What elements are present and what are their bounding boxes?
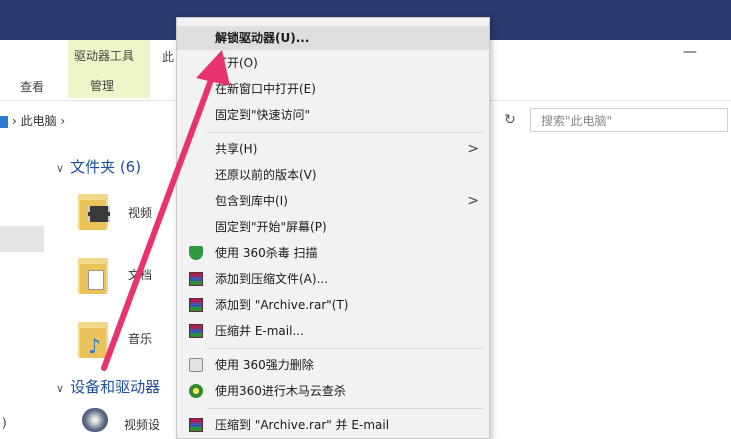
shredder-icon [189,358,203,372]
menu-item-unlock-drive[interactable]: 解锁驱动器(U)... [177,26,489,50]
devices-section-title: 设备和驱动器 [70,378,161,396]
folder-label[interactable]: 文档 [128,266,152,283]
menu-item-label: 使用360进行木马云查杀 [215,384,346,398]
menu-item-pin-quick-access[interactable]: 固定到"快速访问" [177,103,489,127]
menu-item-360-force-delete[interactable]: 使用 360强力删除 [177,353,489,377]
menu-separator [207,348,483,349]
menu-item-label: 使用 360杀毒 扫描 [215,246,318,260]
breadcrumb[interactable]: › 此电脑 › [0,112,65,129]
menu-item-compress-rar-email[interactable]: 压缩到 "Archive.rar" 并 E-mail [177,413,489,437]
menu-item-360-trojan-scan[interactable]: 使用360进行木马云查杀 [177,379,489,403]
dvd-drive-icon[interactable] [82,408,108,432]
winrar-icon [189,324,203,338]
refresh-icon: ↻ [504,112,516,128]
menu-item-compress-email[interactable]: 压缩并 E-mail... [177,319,489,343]
winrar-icon [189,298,203,312]
breadcrumb-path[interactable]: › 此电脑 › [12,114,65,128]
chevron-down-icon[interactable]: ∨ [56,382,64,395]
folder-documents-icon[interactable] [78,254,108,294]
menu-item-label: 添加到压缩文件(A)... [215,272,329,286]
menu-item-label: 在新窗口中打开(E) [215,82,316,96]
menu-item-360-scan[interactable]: 使用 360杀毒 扫描 [177,241,489,265]
menu-item-label: 共享(H) [215,142,258,156]
menu-item-share[interactable]: 共享(H) > [177,137,489,161]
menu-item-label: 添加到 "Archive.rar"(T) [215,298,349,312]
drive-label[interactable]: 视频设 [124,416,160,433]
menu-item-label: 还原以前的版本(V) [215,168,317,182]
folder-label[interactable]: 视频 [128,204,152,221]
chevron-down-icon[interactable]: ∨ [56,162,64,175]
chevron-right-icon: > [467,141,479,157]
menu-item-label: 固定到"快速访问" [215,108,311,122]
menu-item-label: 解锁驱动器(U)... [215,31,310,45]
menu-item-label: 压缩并 E-mail... [215,324,304,338]
menu-item-pin-start[interactable]: 固定到"开始"屏幕(P) [177,215,489,239]
menu-item-open[interactable]: 打开(O) [177,51,489,75]
winrar-icon [189,418,203,432]
nav-pane-selected-item[interactable] [0,226,44,252]
nav-pane-fragment: ) [2,416,7,430]
shield-icon [189,246,203,260]
context-menu: 解锁驱动器(U)... 打开(O) 在新窗口中打开(E) 固定到"快速访问" 共… [176,17,490,439]
folder-label[interactable]: 音乐 [128,330,152,347]
folders-section-header[interactable]: ∨ 文件夹 (6) [56,156,141,177]
menu-item-label: 打开(O) [215,56,258,70]
trojan-scan-icon [189,384,203,398]
menu-item-label: 压缩到 "Archive.rar" 并 E-mail [215,418,390,432]
winrar-icon [189,272,203,286]
devices-section-header[interactable]: ∨ 设备和驱动器 [56,376,160,397]
drive-tools-label: 驱动器工具 [74,49,135,63]
folders-section-title: 文件夹 (6) [70,158,142,176]
menu-separator [207,408,483,409]
menu-item-restore-versions[interactable]: 还原以前的版本(V) [177,163,489,187]
folder-music-icon[interactable]: ♪ [78,318,108,358]
menu-item-add-to-archive[interactable]: 添加到压缩文件(A)... [177,267,489,291]
refresh-button[interactable]: ↻ [500,110,520,130]
menu-separator [207,132,483,133]
tab-drive-tools[interactable]: 驱动器工具 管理 [68,40,150,98]
menu-item-label: 包含到库中(I) [215,194,288,208]
minimize-button[interactable]: — [683,44,697,60]
this-pc-icon [0,115,8,128]
tab-this-pc[interactable]: 此 [162,48,174,65]
chevron-right-icon: > [467,193,479,209]
menu-item-label: 使用 360强力删除 [215,358,314,372]
menu-item-include-in-library[interactable]: 包含到库中(I) > [177,189,489,213]
menu-item-add-to-archive-rar[interactable]: 添加到 "Archive.rar"(T) [177,293,489,317]
tab-manage[interactable]: 管理 [90,77,114,94]
menu-item-open-new-window[interactable]: 在新窗口中打开(E) [177,77,489,101]
menu-item-label: 固定到"开始"屏幕(P) [215,220,327,234]
folder-videos-icon[interactable] [78,190,110,230]
search-input[interactable]: 搜索"此电脑" [530,108,728,132]
tab-view[interactable]: 查看 [20,78,44,95]
